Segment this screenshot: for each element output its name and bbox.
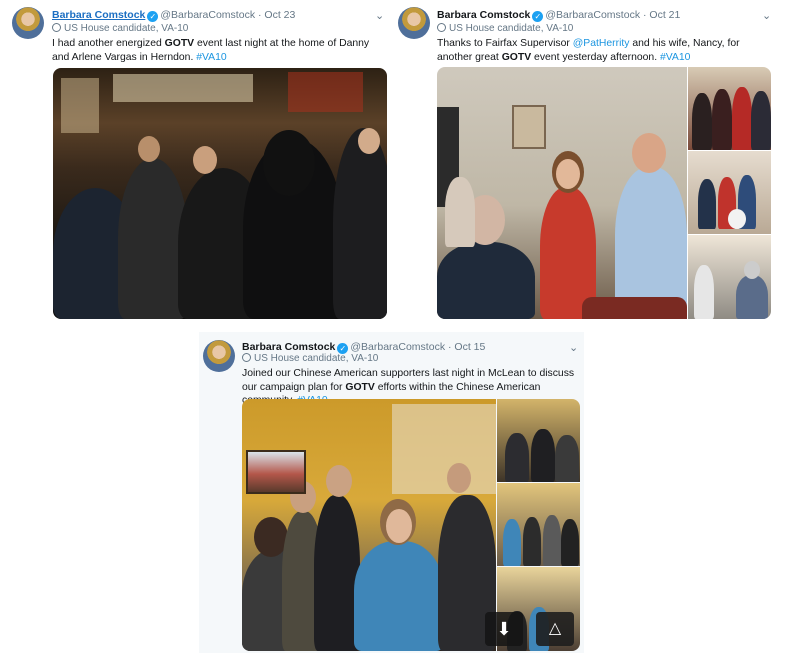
tweet-photo-thumb-2[interactable] xyxy=(497,483,580,566)
chevron-down-icon[interactable]: ⌄ xyxy=(375,9,384,22)
candidate-label: US House candidate, VA-10 xyxy=(437,23,573,34)
verified-badge-icon: ✓ xyxy=(532,11,544,22)
chevron-down-icon[interactable]: ⌄ xyxy=(569,341,578,354)
candidate-label-text: US House candidate, VA-10 xyxy=(254,353,379,364)
hashtag-link[interactable]: #VA10 xyxy=(660,52,690,63)
tweet-text-bold: GOTV xyxy=(345,381,375,393)
hashtag-link[interactable]: #VA10 xyxy=(196,52,226,63)
tweet-date[interactable]: Oct 23 xyxy=(264,9,295,21)
tweet-photo-gathering[interactable] xyxy=(53,68,387,319)
tweet-photo-thumb-2[interactable] xyxy=(688,151,771,234)
candidate-label-text: US House candidate, VA-10 xyxy=(64,23,189,34)
tweet-text-part: Thanks to Fairfax Supervisor xyxy=(437,38,573,49)
author-name[interactable]: Barbara Comstock xyxy=(242,341,335,353)
tweet-text: I had another energized GOTV event last … xyxy=(52,37,382,64)
tweet-text-part: I had another energized xyxy=(52,38,165,49)
google-drive-icon[interactable]: △ xyxy=(536,612,574,646)
tweet-text-part: event yesterday afternoon. xyxy=(531,51,660,63)
author-handle[interactable]: @BarbaraComstock xyxy=(350,341,445,353)
author-handle[interactable]: @BarbaraComstock xyxy=(545,9,640,21)
tweet-photo-thumb-1[interactable] xyxy=(497,399,580,482)
mention-link[interactable]: @PatHerrity xyxy=(573,38,630,49)
tweet-photo-main[interactable] xyxy=(242,399,496,651)
tweet-text: Thanks to Fairfax Supervisor @PatHerrity… xyxy=(437,37,777,64)
tweet-photo-main[interactable] xyxy=(437,67,687,319)
painting xyxy=(246,450,306,494)
government-label-icon xyxy=(437,23,446,32)
candidate-label: US House candidate, VA-10 xyxy=(242,353,378,364)
tweet-date[interactable]: Oct 21 xyxy=(649,9,680,21)
tweet-date[interactable]: Oct 15 xyxy=(454,341,485,353)
avatar[interactable] xyxy=(12,7,44,39)
candidate-label-text: US House candidate, VA-10 xyxy=(449,23,574,34)
download-icon[interactable]: ⬇ xyxy=(485,612,523,646)
verified-badge-icon: ✓ xyxy=(147,11,159,22)
avatar[interactable] xyxy=(203,340,235,372)
avatar[interactable] xyxy=(398,7,430,39)
tweet-photo-thumb-3[interactable] xyxy=(688,235,771,319)
author-handle[interactable]: @BarbaraComstock xyxy=(160,9,255,21)
tweet-text-bold: GOTV xyxy=(164,38,195,49)
candidate-label: US House candidate, VA-10 xyxy=(52,23,188,34)
government-label-icon xyxy=(52,23,61,32)
author-name[interactable]: Barbara Comstock xyxy=(437,9,530,21)
author-name[interactable]: Barbara Comstock xyxy=(52,9,145,21)
chevron-down-icon[interactable]: ⌄ xyxy=(762,9,771,22)
government-label-icon xyxy=(242,353,251,362)
tweet-text-bold: GOTV xyxy=(501,51,532,63)
tweet-photo-thumb-1[interactable] xyxy=(688,67,771,150)
